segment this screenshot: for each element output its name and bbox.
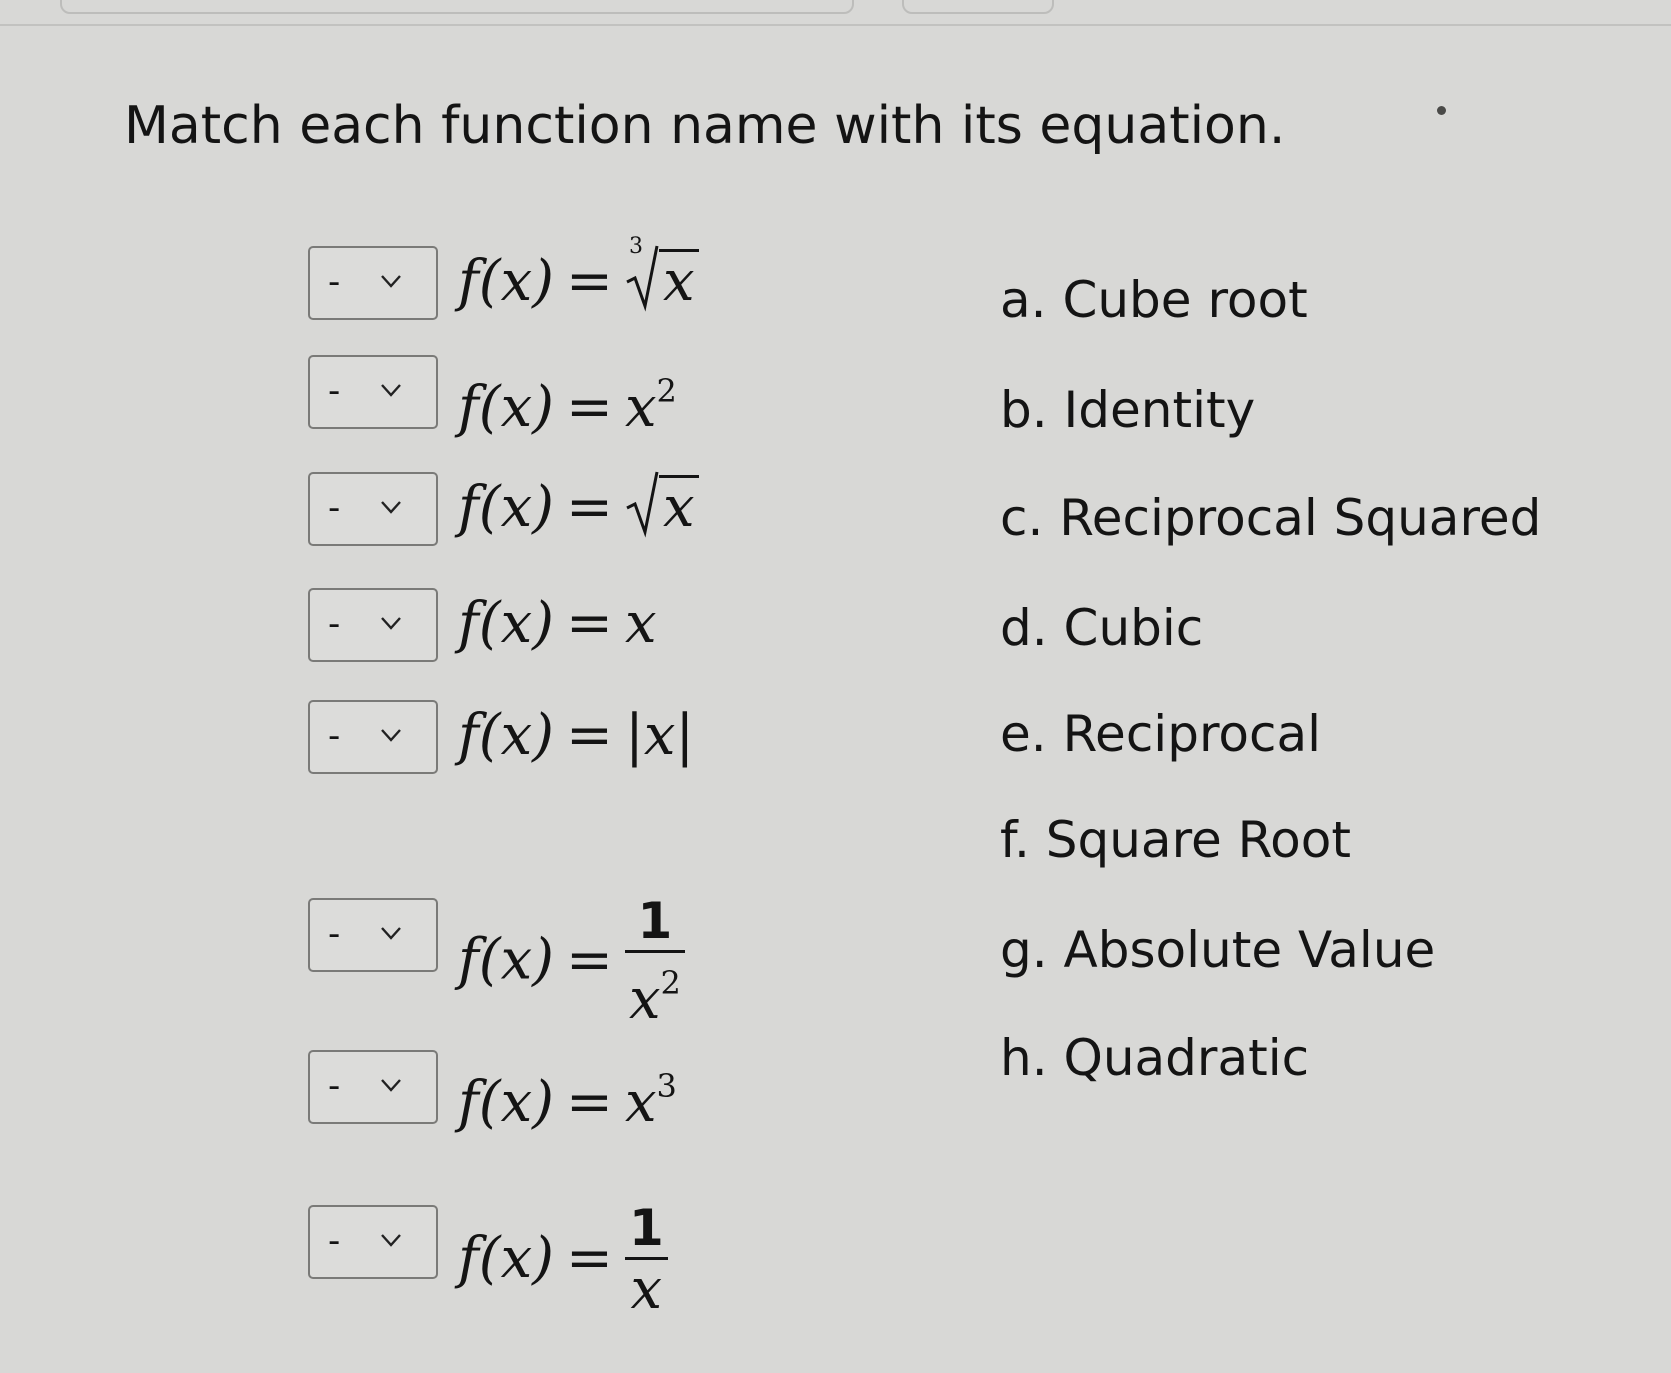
choice-item: e. Reciprocal xyxy=(1000,705,1322,763)
fraction: 1x xyxy=(624,1199,668,1320)
chevron-down-icon xyxy=(380,379,402,401)
choice-item: b. Identity xyxy=(1000,381,1256,439)
answer-select[interactable]: - xyxy=(308,588,438,662)
select-value: - xyxy=(328,488,341,528)
select-value: - xyxy=(328,716,341,756)
equation-cube-root: f(x) = 3 x xyxy=(458,236,699,326)
answer-select[interactable]: - xyxy=(308,1205,438,1279)
question-prompt: Match each function name with its equati… xyxy=(124,96,1286,156)
select-value: - xyxy=(328,371,341,411)
chevron-down-icon xyxy=(380,1074,402,1096)
equation-cubic: f(x) = x3 xyxy=(458,1067,677,1135)
equation-square-root: f(x) = x xyxy=(458,471,699,552)
select-value: - xyxy=(328,1066,341,1106)
marker-dot xyxy=(1437,106,1446,115)
answer-select[interactable]: - xyxy=(308,472,438,546)
square-root-sign: x xyxy=(625,471,699,544)
select-value: - xyxy=(328,914,341,954)
choice-item: h. Quadratic xyxy=(1000,1029,1310,1087)
answer-select[interactable]: - xyxy=(308,1050,438,1124)
answer-select[interactable]: - xyxy=(308,355,438,429)
choice-item: c. Reciprocal Squared xyxy=(1000,489,1542,547)
chevron-down-icon xyxy=(380,1229,402,1251)
chevron-down-icon xyxy=(380,270,402,292)
answer-select[interactable]: - xyxy=(308,246,438,320)
equation-reciprocal-squared: f(x) = 1 x2 xyxy=(458,892,685,1030)
equation-absolute-value: f(x) = |x| xyxy=(458,703,695,768)
select-value: - xyxy=(328,604,341,644)
select-value: - xyxy=(328,262,341,302)
toolbar-tab xyxy=(902,0,1054,14)
choice-item: g. Absolute Value xyxy=(1000,921,1436,979)
chevron-down-icon xyxy=(380,922,402,944)
answer-select[interactable]: - xyxy=(308,700,438,774)
answer-select[interactable]: - xyxy=(308,898,438,972)
select-value: - xyxy=(328,1221,341,1261)
fraction: 1 x2 xyxy=(624,892,685,1030)
chevron-down-icon xyxy=(380,724,402,746)
chevron-down-icon xyxy=(380,612,402,634)
chevron-down-icon xyxy=(380,496,402,518)
choice-item: a. Cube root xyxy=(1000,271,1308,329)
equation-quadratic: f(x) = x2 xyxy=(458,372,677,440)
toolbar-tab xyxy=(60,0,854,14)
equation-identity: f(x) = x xyxy=(458,591,657,656)
equation-reciprocal: f(x) = 1 x xyxy=(458,1199,668,1320)
choice-item: d. Cubic xyxy=(1000,599,1204,657)
cube-root-sign: 3x xyxy=(625,236,699,318)
top-toolbar-strip xyxy=(0,0,1671,26)
choice-item: f. Square Root xyxy=(1000,811,1351,869)
